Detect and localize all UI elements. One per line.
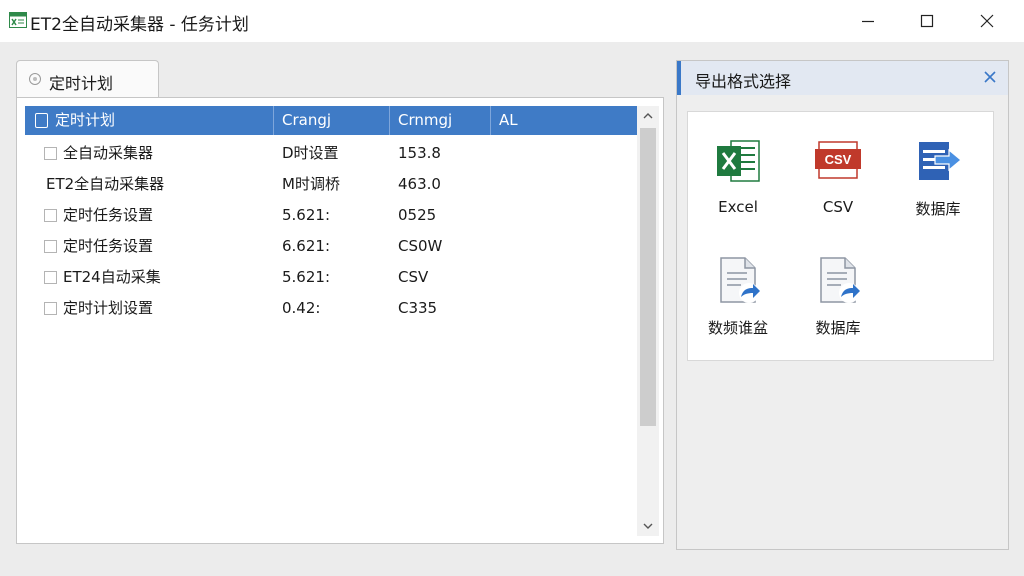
tab-schedule[interactable]: 定时计划	[16, 60, 159, 98]
format-option-csv[interactable]: CSV CSV	[788, 136, 888, 246]
row-col2: CS0W	[398, 237, 443, 255]
row-name: ET2全自动采集器	[46, 175, 165, 193]
minimize-button[interactable]	[845, 0, 891, 42]
export-format-panel: 导出格式选择 Excel CSV CSV 数据库 数频谁盆 数据库	[676, 60, 1009, 550]
row-name: ET24自动采集	[63, 268, 161, 286]
column-header-label: 定时计划	[55, 111, 116, 129]
schedule-list-panel: 定时计划 Crangj Crnmgj AL 全自动采集器 D时设置 153.8 …	[16, 97, 664, 544]
chevron-up-icon	[643, 113, 653, 119]
row-col1: 0.42:	[282, 299, 321, 317]
clock-icon	[29, 73, 41, 85]
row-col2: 0525	[398, 206, 437, 224]
header-checkbox[interactable]	[35, 113, 48, 128]
list-item[interactable]: 定时计划设置 0.42: C335	[25, 293, 637, 324]
row-name: 全自动采集器	[63, 144, 154, 162]
row-col2: 153.8	[398, 144, 441, 162]
row-checkbox[interactable]	[44, 240, 57, 253]
row-name: 定时任务设置	[63, 206, 154, 224]
csv-icon: CSV	[815, 141, 861, 179]
row-col2: CSV	[398, 268, 429, 286]
title-bar: ET2全自动采集器 - 任务计划	[0, 0, 1024, 42]
close-window-button[interactable]	[964, 0, 1010, 42]
format-label: 数据库	[815, 319, 861, 337]
excel-icon	[717, 140, 760, 182]
row-checkbox[interactable]	[44, 302, 57, 315]
format-label: 数频谁盆	[707, 319, 768, 337]
format-option-database[interactable]: 数据库	[888, 136, 988, 246]
list-item[interactable]: 全自动采集器 D时设置 153.8	[25, 138, 637, 169]
list-header: 定时计划 Crangj Crnmgj AL	[25, 106, 637, 135]
list-item[interactable]: 定时任务设置 5.621: 0525	[25, 200, 637, 231]
row-checkbox[interactable]	[44, 209, 57, 222]
chevron-down-icon	[643, 523, 653, 529]
scroll-thumb[interactable]	[640, 128, 656, 426]
format-option-database-document[interactable]: 数据库	[788, 255, 888, 365]
column-header-1[interactable]: Crangj	[274, 106, 390, 135]
format-label: CSV	[822, 198, 854, 216]
row-col1: D时设置	[282, 144, 339, 162]
row-col2: C335	[398, 299, 438, 317]
row-name: 定时计划设置	[63, 299, 154, 317]
row-col1: M时调桥	[282, 175, 340, 193]
close-icon	[984, 71, 996, 83]
row-checkbox[interactable]	[44, 271, 57, 284]
scroll-up-button[interactable]	[637, 106, 659, 126]
row-col1: 5.621:	[282, 206, 330, 224]
list-item[interactable]: ET2全自动采集器 M时调桥 463.0	[25, 169, 637, 200]
column-header-3[interactable]: AL	[491, 106, 637, 135]
export-format-grid: Excel CSV CSV 数据库 数频谁盆 数据库	[687, 111, 994, 361]
document-export-icon	[820, 257, 860, 303]
row-col1: 5.621:	[282, 268, 330, 286]
spreadsheet-app-icon	[9, 12, 27, 28]
window-client-area: 定时计划 定时计划 Crangj Crnmgj AL 全自动采集器 D时设置 1…	[0, 42, 1024, 576]
format-label: 数据库	[915, 200, 961, 218]
row-checkbox[interactable]	[44, 147, 57, 160]
close-icon	[980, 14, 994, 28]
format-option-excel[interactable]: Excel	[688, 136, 788, 246]
format-label: Excel	[718, 198, 758, 216]
list-item[interactable]: 定时任务设置 6.621: CS0W	[25, 231, 637, 262]
row-col1: 6.621:	[282, 237, 330, 255]
list-item[interactable]: ET24自动采集 5.621: CSV	[25, 262, 637, 293]
database-export-icon	[919, 142, 962, 180]
export-panel-title: 导出格式选择	[695, 72, 792, 91]
window-title: ET2全自动采集器 - 任务计划	[30, 15, 249, 35]
minimize-icon	[862, 20, 874, 23]
export-panel-header: 导出格式选择	[677, 61, 1008, 95]
svg-text:CSV: CSV	[825, 152, 852, 167]
format-option-document[interactable]: 数频谁盆	[688, 255, 788, 365]
scroll-down-button[interactable]	[637, 516, 659, 536]
row-col2: 463.0	[398, 175, 441, 193]
tab-label: 定时计划	[49, 74, 114, 93]
maximize-icon	[920, 14, 934, 28]
document-export-icon	[720, 257, 760, 303]
export-panel-close-button[interactable]	[981, 68, 999, 86]
vertical-scrollbar[interactable]	[637, 106, 659, 536]
maximize-button[interactable]	[904, 0, 950, 42]
column-header-schedule[interactable]: 定时计划	[25, 106, 274, 135]
row-name: 定时任务设置	[63, 237, 154, 255]
column-header-2[interactable]: Crnmgj	[390, 106, 491, 135]
